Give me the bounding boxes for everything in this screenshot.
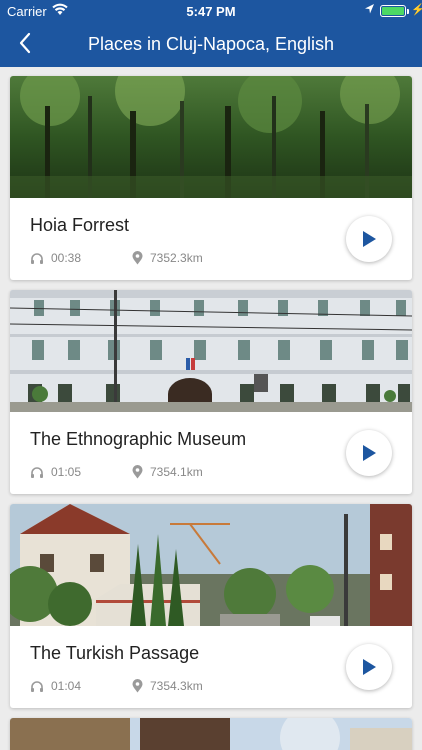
app-header: Carrier 5:47 PM ⚡ Places in Cluj-Napoca,… — [0, 0, 422, 67]
place-name: Hoia Forrest — [30, 215, 130, 235]
status-time: 5:47 PM — [186, 4, 236, 19]
place-distance: 7354.1km — [132, 465, 203, 479]
place-photo — [10, 76, 412, 198]
headphones-icon — [31, 680, 43, 692]
headphones-icon — [31, 252, 43, 264]
play-icon — [363, 659, 376, 675]
play-button[interactable] — [346, 644, 392, 690]
place-card[interactable] — [10, 718, 412, 750]
status-bar: Carrier 5:47 PM ⚡ — [0, 0, 422, 22]
play-button[interactable] — [346, 216, 392, 262]
distance-value: 7354.3km — [150, 679, 203, 693]
place-card[interactable]: The Ethnographic Museum 01:05 7354.1km — [10, 290, 412, 494]
play-button[interactable] — [346, 430, 392, 476]
page-title: Places in Cluj-Napoca, English — [87, 34, 335, 54]
place-duration: 00:38 — [30, 251, 81, 265]
place-distance: 7354.3km — [132, 679, 203, 693]
duration-value: 01:05 — [51, 465, 82, 479]
distance-value: 7354.1km — [150, 465, 203, 479]
duration-value: 01:04 — [51, 679, 82, 693]
place-photo — [10, 718, 412, 750]
location-arrow-icon — [364, 3, 375, 18]
battery-icon — [380, 5, 406, 17]
place-duration: 01:05 — [30, 465, 81, 479]
place-name: The Ethnographic Museum — [30, 429, 247, 449]
place-photo — [10, 290, 412, 412]
play-icon — [363, 445, 376, 461]
place-duration: 01:04 — [30, 679, 81, 693]
place-card[interactable]: Hoia Forrest 00:38 7352.3km — [10, 76, 412, 280]
headphones-icon — [31, 466, 43, 478]
battery-tip — [407, 9, 409, 14]
place-photo — [10, 504, 412, 626]
map-pin-icon — [132, 465, 143, 479]
place-name: The Turkish Passage — [30, 643, 200, 663]
place-card[interactable]: The Turkish Passage 01:04 7354.3km — [10, 504, 412, 708]
charging-bolt-icon: ⚡ — [411, 4, 422, 16]
place-distance: 7352.3km — [132, 251, 203, 265]
play-icon — [363, 231, 376, 247]
distance-value: 7352.3km — [150, 251, 203, 265]
map-pin-icon — [132, 679, 143, 693]
map-pin-icon — [132, 251, 143, 265]
duration-value: 00:38 — [51, 251, 82, 265]
